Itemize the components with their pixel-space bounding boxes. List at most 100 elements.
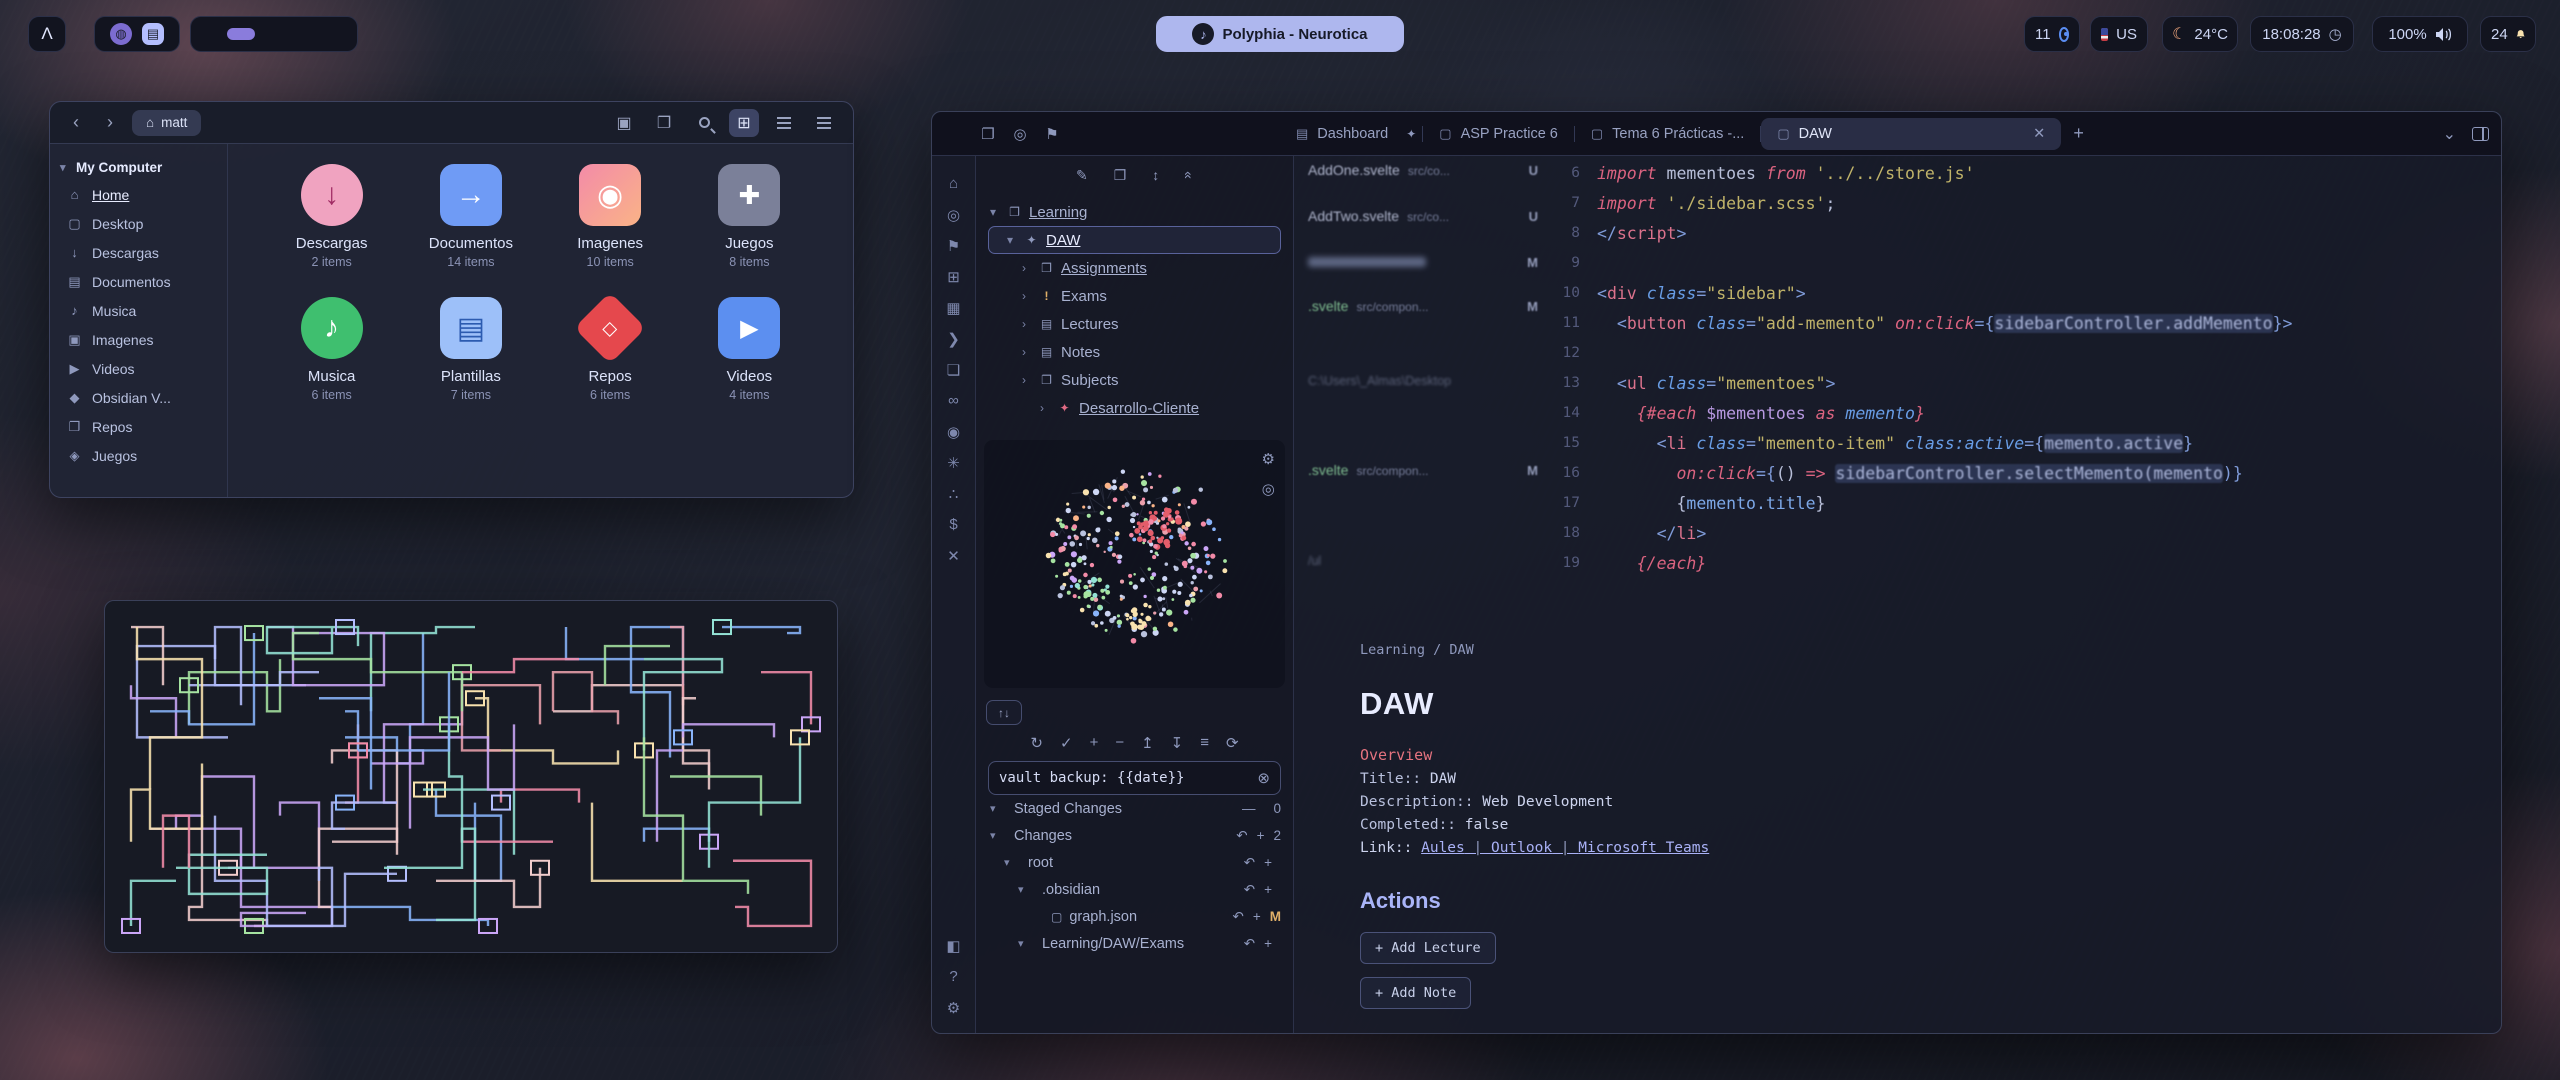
bookmarks-panel-icon[interactable]: ⚑ [1036,125,1068,143]
folder-tile[interactable]: ◇ Repos 6 items [541,297,680,402]
note-action-button[interactable]: + Add Lecture [1360,932,1496,964]
tree-item[interactable]: ▾ ❐ Learning [984,198,1285,226]
git-action-icon[interactable]: ↻ [1030,734,1043,752]
ribbon-icon[interactable]: ⌂ [946,168,960,199]
ribbon-icon[interactable]: ✳ [946,447,960,478]
new-folder-icon[interactable]: ❐ [1114,167,1127,184]
git-action-icon[interactable]: ✓ [1060,734,1073,752]
git-tree-row[interactable]: ▾ Learning/DAW/Exams ↶ + [988,930,1281,957]
files-panel-icon[interactable]: ❐ [972,125,1004,143]
ribbon-icon[interactable]: ⊞ [946,261,960,292]
git-action-icon[interactable]: ↧ [1171,734,1184,752]
volume-module[interactable]: 100% [2372,16,2468,52]
git-action-icon[interactable]: ⟳ [1226,734,1239,752]
tree-item[interactable]: › ! Exams [984,282,1285,310]
tree-item[interactable]: › ❐ Subjects [984,366,1285,394]
ribbon-icon[interactable]: ❯ [946,323,960,354]
ribbon-icon[interactable]: ◧ [946,930,960,961]
thumbnails-button[interactable]: ▣ [609,109,639,137]
menu-button[interactable] [809,109,839,137]
forward-button[interactable]: › [98,111,122,135]
toggle-right-sidebar-icon[interactable] [2472,127,2489,141]
ribbon-icon[interactable]: ? [946,961,960,992]
widget-app-icon[interactable]: ◍ [110,23,132,45]
stage-icon[interactable]: + [1264,882,1272,897]
back-button[interactable]: ‹ [64,111,88,135]
tree-item[interactable]: › ✦ Desarrollo-Cliente [984,394,1285,422]
tab-overflow-icon[interactable]: ⌄ [2443,124,2456,144]
clear-message-icon[interactable]: ⊗ [1257,769,1270,787]
tab-dashboard[interactable]: ▤ Dashboard [1280,118,1404,150]
search-panel-icon[interactable]: ◎ [1004,125,1036,143]
ribbon-icon[interactable]: ❏ [946,354,960,385]
tab-tema6[interactable]: ▢ Tema 6 Prácticas -... [1575,118,1760,150]
ribbon-icon[interactable]: ◉ [946,416,960,447]
graph-focus-icon[interactable]: ◎ [1262,480,1275,498]
sidebar-item[interactable]: ◈ Juegos [60,441,217,470]
discard-icon[interactable]: ↶ [1233,909,1244,925]
git-local-graph-button[interactable]: ↑↓ [986,700,1022,725]
git-tree-row[interactable]: ▾ Staged Changes — 0 [988,795,1281,822]
new-folder-button[interactable]: ❐ [649,109,679,137]
folder-tile[interactable]: ▶ Videos 4 items [680,297,819,402]
ribbon-icon[interactable]: ✕ [946,540,960,571]
stage-icon[interactable]: + [1264,936,1272,951]
git-action-icon[interactable]: ↥ [1141,734,1154,752]
sidebar-item[interactable]: ↓ Descargas [60,238,217,267]
widget-notes-icon[interactable]: ▤ [142,23,164,45]
tree-item[interactable]: › ▤ Lectures [984,310,1285,338]
stage-icon[interactable]: + [1257,828,1265,843]
external-link[interactable]: Aules [1421,840,1465,856]
ribbon-icon[interactable]: $ [946,509,960,540]
graph-view-canvas[interactable] [984,440,1285,688]
sidebar-item[interactable]: ⌂ Home [60,180,217,209]
ribbon-icon[interactable]: ∴ [946,478,960,509]
sidebar-item[interactable]: ▢ Desktop [60,209,217,238]
workspace-indicator[interactable] [190,16,358,52]
sort-icon[interactable]: ↕ [1152,167,1159,183]
discard-icon[interactable]: ↶ [1244,882,1255,898]
ribbon-icon[interactable]: ⚙ [946,992,960,1023]
tab-asp-practice[interactable]: ▢ ASP Practice 6 [1423,118,1574,150]
folder-tile[interactable]: ▤ Plantillas 7 items [401,297,540,402]
note-action-button[interactable]: + Add Note [1360,977,1471,1009]
grid-view-button[interactable]: ⊞ [729,109,759,137]
search-button[interactable] [689,109,719,137]
notifications-module[interactable]: 24 [2480,16,2536,52]
discard-icon[interactable]: — [1242,801,1256,816]
ribbon-icon[interactable]: ⚑ [946,230,960,261]
tree-item[interactable]: ▾ ✦ DAW [988,226,1281,254]
git-tree-row[interactable]: ▾ root ↶ + [988,849,1281,876]
external-link[interactable]: Microsoft Teams [1552,840,1709,856]
external-link[interactable]: Outlook [1465,840,1552,856]
ribbon-icon[interactable]: ∞ [946,385,960,416]
sidebar-item[interactable]: ◆ Obsidian V... [60,383,217,412]
graph-settings-icon[interactable]: ⚙ [1262,450,1275,468]
tab-daw-active[interactable]: ▢ DAW ✕ [1761,118,2061,150]
folder-tile[interactable]: ♪ Musica 6 items [262,297,401,402]
note-breadcrumb[interactable]: Learning / DAW [1360,642,2461,658]
sidebar-item[interactable]: ▶ Videos [60,354,217,383]
folder-tile[interactable]: ↓ Descargas 2 items [262,164,401,269]
sidebar-item[interactable]: ▣ Imagenes [60,325,217,354]
git-tree-row[interactable]: ▢ graph.json ↶ + M [988,903,1281,930]
git-tree-row[interactable]: ▾ Changes ↶ + 2 [988,822,1281,849]
commit-message-input[interactable] [999,770,1257,786]
stage-icon[interactable]: + [1253,909,1261,924]
git-action-icon[interactable]: − [1115,734,1124,752]
pin-icon[interactable]: ✦ [1406,127,1416,141]
sidebar-item[interactable]: ❐ Repos [60,412,217,441]
keyboard-layout-module[interactable]: US [2090,16,2148,52]
tree-item[interactable]: › ❒ Assignments [984,254,1285,282]
discard-icon[interactable]: ↶ [1244,855,1255,871]
updates-module[interactable]: 11 [2024,16,2080,52]
close-tab-icon[interactable]: ✕ [2033,126,2045,142]
new-note-icon[interactable]: ✎ [1076,167,1088,184]
sidebar-item[interactable]: ♪ Musica [60,296,217,325]
ribbon-icon[interactable]: ◎ [946,199,960,230]
clock-module[interactable]: 18:08:28 ◷ [2250,16,2354,52]
app-launcher-button[interactable]: Λ [28,16,66,52]
collapse-all-icon[interactable]: « [1181,171,1197,179]
folder-tile[interactable]: ✚ Juegos 8 items [680,164,819,269]
git-action-icon[interactable]: + [1090,734,1099,752]
